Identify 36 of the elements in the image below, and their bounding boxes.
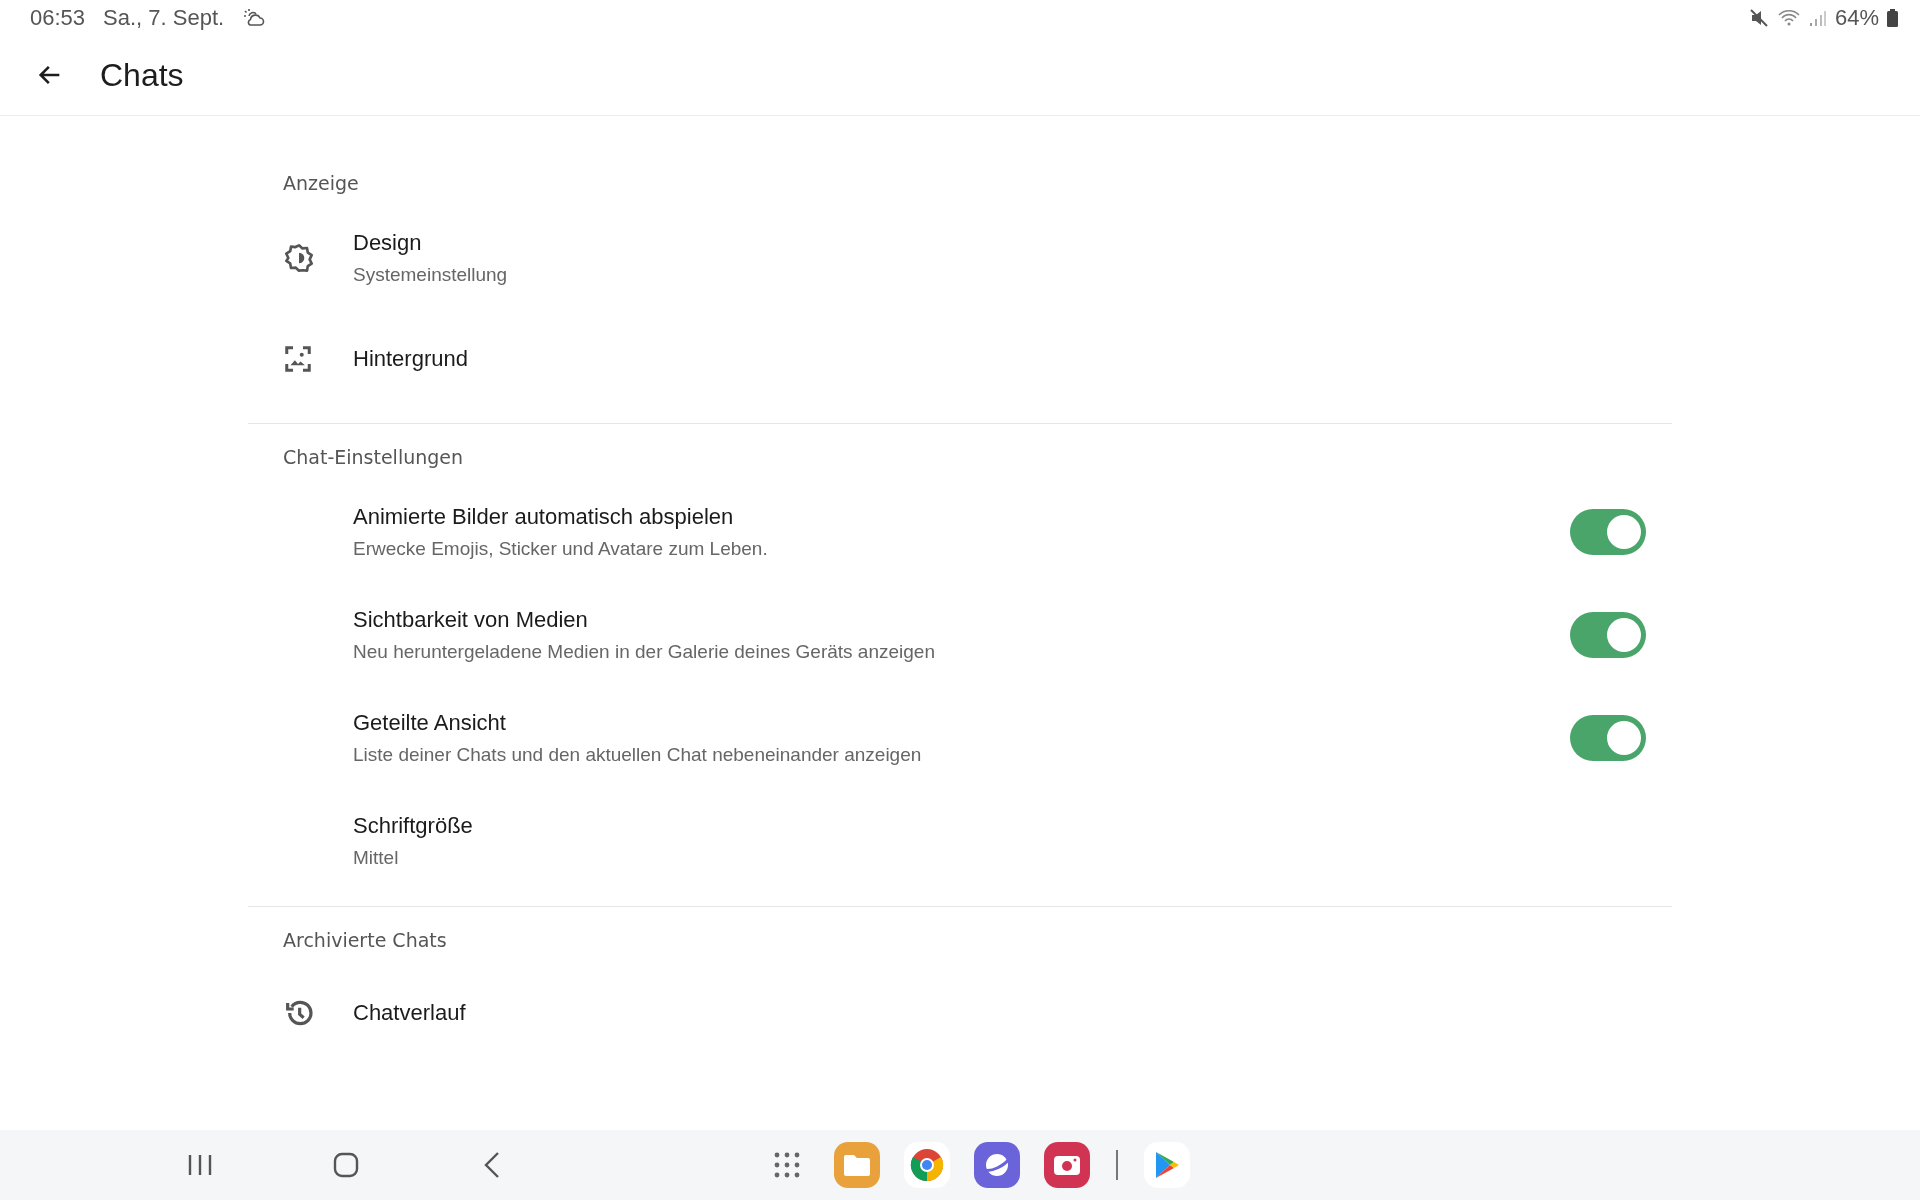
toggle-switch[interactable] (1570, 508, 1646, 555)
battery-icon (1887, 8, 1898, 27)
setting-description: Neu heruntergeladene Medien in der Galerie deines Geräts anzeigen (353, 640, 936, 663)
setting-title[interactable]: Geteilte Ansicht (353, 709, 1570, 736)
battery-percentage: 64% (1834, 4, 1879, 31)
toggle-switch[interactable] (1570, 611, 1646, 658)
browser-app-icon[interactable] (904, 1142, 950, 1188)
section-header: Chat-Einstellungen (282, 445, 465, 470)
back-chevron-icon[interactable] (483, 1151, 501, 1179)
store-app-icon[interactable] (1144, 1142, 1190, 1188)
page-title: Chats (100, 56, 184, 94)
setting-title[interactable]: Schriftgröße (353, 812, 1646, 839)
signal-icon (1808, 8, 1827, 27)
setting-description: Mittel (353, 846, 400, 869)
setting-description: Erwecke Emojis, Sticker und Avatare zum Leben. (353, 537, 769, 560)
toggle-switch[interactable] (1570, 714, 1646, 761)
setting-description: Systemeinstellung (353, 263, 509, 286)
design-icon (283, 241, 315, 274)
date: Sa., 7. Sept. (103, 4, 225, 31)
section-header: Archivierte Chats (282, 928, 448, 953)
setting-title[interactable]: Sichtbarkeit von Medien (353, 606, 1570, 633)
setting-title[interactable]: Design (353, 229, 1646, 256)
home-icon[interactable] (333, 1152, 359, 1178)
setting-description: Liste deiner Chats und den aktuellen Chat nebeneinander anzeigen (353, 743, 923, 766)
clock: 06:53 (30, 4, 86, 31)
camera-app-icon[interactable] (1044, 1142, 1090, 1188)
setting-title[interactable]: Chatverlauf (353, 1000, 1646, 1026)
section-header: Anzeige (282, 171, 360, 196)
weather-icon (242, 7, 267, 28)
setting-title[interactable]: Animierte Bilder automatisch abspielen (353, 503, 1570, 530)
wifi-icon (1776, 7, 1801, 28)
mute-icon (1748, 7, 1769, 28)
planet-app-icon[interactable] (974, 1142, 1020, 1188)
recent-apps-icon[interactable] (187, 1154, 213, 1176)
setting-title[interactable]: Hintergrund (353, 346, 1646, 372)
wallpaper-icon (283, 344, 313, 374)
